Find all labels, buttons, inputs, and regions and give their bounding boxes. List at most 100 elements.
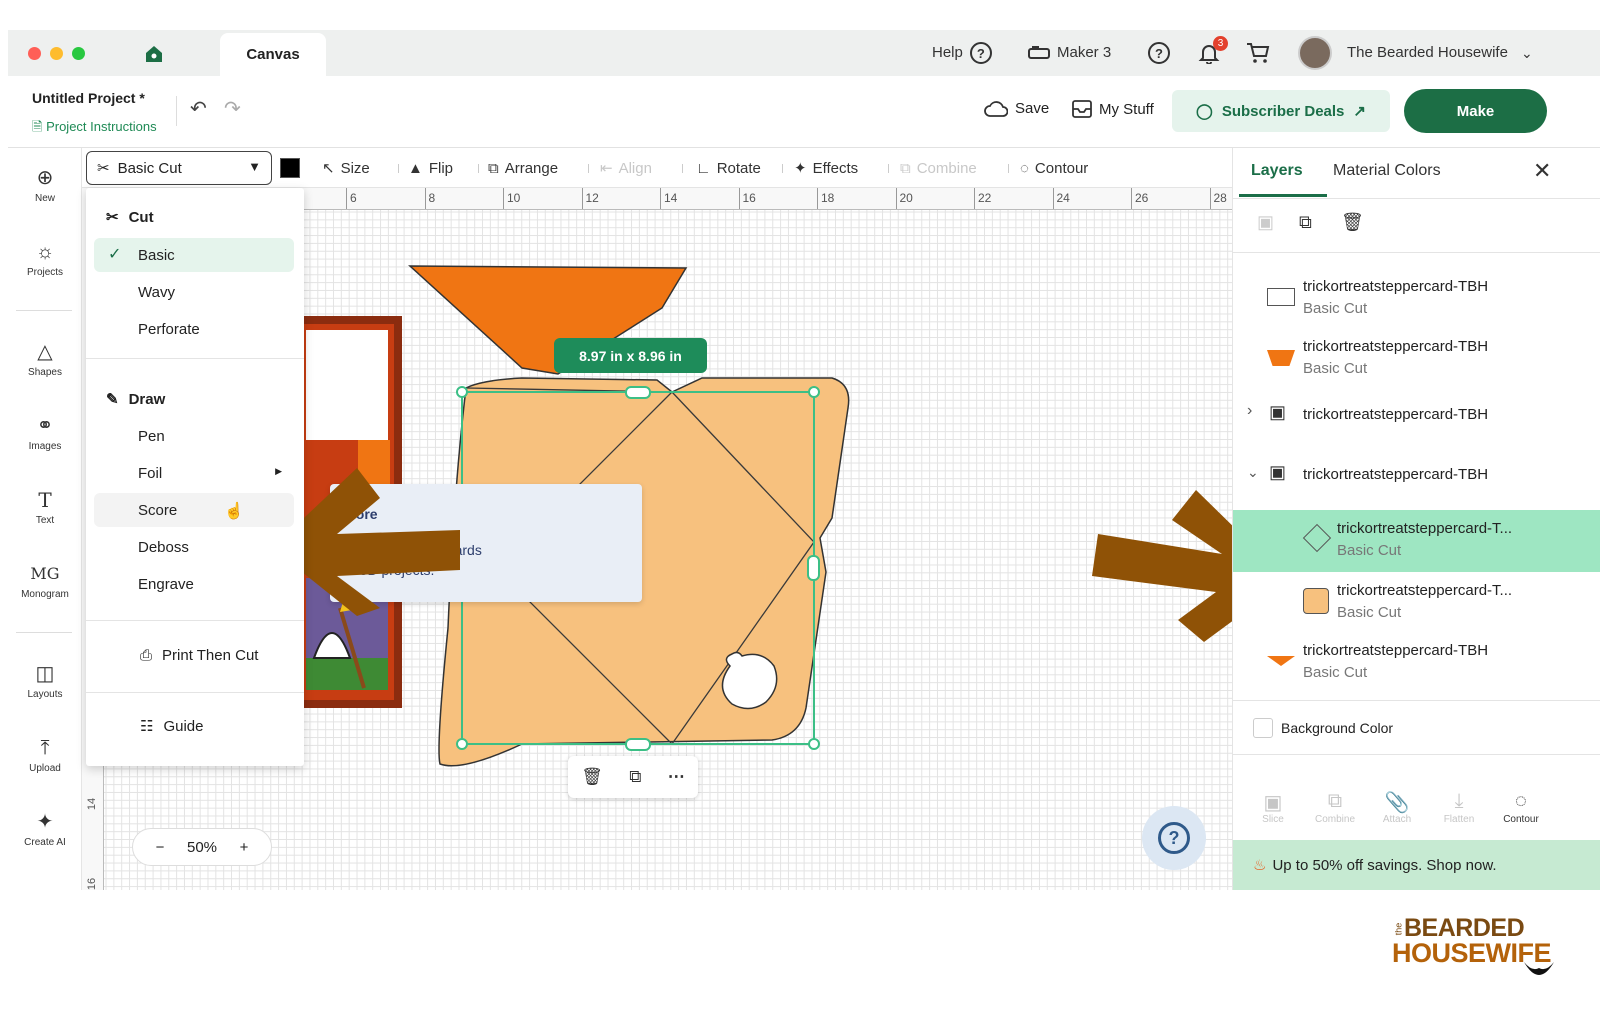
- tab-material-colors[interactable]: Material Colors: [1333, 162, 1441, 180]
- trash-icon[interactable]: 🗑: [581, 767, 603, 787]
- effects-button[interactable]: ✦ Effects: [794, 148, 858, 188]
- help-button[interactable]: Help ?: [932, 30, 992, 76]
- minimize-window-button[interactable]: [50, 47, 63, 60]
- support-button[interactable]: ?: [1148, 30, 1170, 76]
- home-icon[interactable]: [144, 44, 164, 64]
- tab-layers[interactable]: Layers: [1251, 162, 1303, 180]
- layer-row[interactable]: trickortreatsteppercard-TBH Basic Cut: [1233, 632, 1600, 694]
- rail-create-ai[interactable]: ✦ Create AI: [8, 810, 82, 848]
- menu-item-pen[interactable]: Pen: [94, 419, 294, 453]
- menu-item-basic[interactable]: ✓ Basic: [94, 238, 294, 272]
- promo-banner[interactable]: ♨ Up to 50% off savings. Shop now.: [1233, 840, 1600, 890]
- shapes-icon: △: [37, 341, 53, 363]
- rail-text[interactable]: T Text: [8, 488, 82, 526]
- menu-item-label: Basic: [138, 246, 175, 264]
- rail-label: Shapes: [28, 367, 62, 378]
- close-icon[interactable]: ✕: [1533, 158, 1551, 184]
- layer-group-row[interactable]: › ▣ trickortreatsteppercard-TBH: [1233, 388, 1600, 450]
- menu-header-label: Draw: [128, 390, 166, 408]
- layer-row[interactable]: trickortreatsteppercard-TBH Basic Cut: [1233, 268, 1600, 330]
- help-fab[interactable]: ?: [1142, 806, 1206, 870]
- combine-panel-button[interactable]: ⧉ Combine: [1305, 790, 1365, 825]
- combine-button[interactable]: ⧉ Combine: [900, 148, 977, 188]
- divider: [398, 164, 399, 173]
- make-button[interactable]: Make: [1404, 89, 1547, 133]
- rail-monogram[interactable]: MG Monogram: [8, 562, 82, 600]
- operation-select[interactable]: ✂ Basic Cut ▼: [86, 151, 272, 185]
- more-icon[interactable]: ⋯: [668, 767, 685, 787]
- chevron-down-icon[interactable]: ⌄: [1247, 464, 1259, 481]
- contour-panel-button[interactable]: ◌ Contour: [1491, 790, 1551, 825]
- divider: [682, 164, 683, 173]
- divider: [86, 692, 304, 693]
- layer-row[interactable]: trickortreatsteppercard-T... Basic Cut: [1233, 572, 1600, 634]
- cart-icon: [1247, 43, 1270, 63]
- close-window-button[interactable]: [28, 47, 41, 60]
- beard-icon: [1524, 962, 1554, 975]
- size-label: Size: [340, 159, 370, 177]
- background-color-checkbox[interactable]: [1253, 718, 1273, 738]
- machine-icon: [1028, 46, 1050, 59]
- rotate-button[interactable]: ∟ Rotate: [696, 148, 761, 188]
- save-button[interactable]: Save: [984, 100, 1049, 117]
- color-swatch[interactable]: [280, 158, 300, 178]
- left-tool-rail: ⊕ New ☼ Projects △ Shapes ⚭ Images T Tex…: [8, 148, 82, 890]
- slice-icon: ▣: [1263, 792, 1283, 814]
- contour-button[interactable]: ◌ Contour: [1020, 148, 1088, 188]
- chevron-right-icon[interactable]: ›: [1247, 402, 1252, 420]
- menu-item-deboss[interactable]: Deboss: [94, 530, 294, 564]
- group-icon[interactable]: ▣: [1257, 212, 1274, 233]
- rail-label: Upload: [29, 763, 61, 774]
- rail-new[interactable]: ⊕ New: [8, 166, 82, 204]
- menu-item-engrave[interactable]: Engrave: [94, 567, 294, 601]
- tab-canvas[interactable]: Canvas: [220, 33, 326, 76]
- menu-item-foil[interactable]: Foil ▶: [94, 456, 294, 490]
- machine-selector[interactable]: Maker 3: [1028, 30, 1111, 76]
- rail-label: Projects: [26, 267, 64, 278]
- layer-row-selected[interactable]: trickortreatsteppercard-T... Basic Cut: [1233, 510, 1600, 572]
- notifications-button[interactable]: 3: [1198, 30, 1228, 76]
- layer-group-row[interactable]: ⌄ ▣ trickortreatsteppercard-TBH: [1233, 448, 1600, 510]
- project-instructions-link[interactable]: 🗎 Project Instructions: [32, 118, 157, 140]
- rail-upload[interactable]: ⤒ Upload: [8, 736, 82, 774]
- bearded-housewife-logo: the BEARDED HOUSEWIFE: [1392, 914, 1562, 984]
- slice-button[interactable]: ▣ Slice: [1243, 790, 1303, 825]
- arrange-button[interactable]: ⧉ Arrange: [488, 148, 558, 188]
- avatar: [1298, 36, 1332, 70]
- trash-icon[interactable]: 🗑: [1341, 212, 1364, 233]
- menu-item-wavy[interactable]: Wavy: [94, 275, 294, 309]
- help-label: Help: [932, 44, 963, 61]
- redo-icon[interactable]: ↷: [224, 96, 241, 121]
- duplicate-icon[interactable]: ⧉: [629, 767, 641, 787]
- rail-shapes[interactable]: △ Shapes: [8, 340, 82, 378]
- undo-icon[interactable]: ↶: [190, 96, 207, 121]
- zoom-in-button[interactable]: +: [240, 839, 249, 856]
- my-stuff-button[interactable]: My Stuff: [1072, 100, 1154, 118]
- cart-button[interactable]: [1246, 30, 1270, 76]
- rail-images[interactable]: ⚭ Images: [8, 414, 82, 452]
- menu-item-print-then-cut[interactable]: ⎙ Print Then Cut: [94, 638, 294, 672]
- attach-button[interactable]: 📎 Attach: [1367, 790, 1427, 825]
- project-name[interactable]: Untitled Project *: [32, 90, 145, 106]
- menu-item-perforate[interactable]: Perforate: [94, 312, 294, 346]
- duplicate-icon[interactable]: ⧉: [1299, 212, 1312, 233]
- subscriber-deals-button[interactable]: ◯ Subscriber Deals ↗: [1172, 90, 1390, 132]
- attach-icon: 📎: [1384, 792, 1410, 814]
- flip-button[interactable]: ▲ Flip: [408, 148, 453, 188]
- maximize-window-button[interactable]: [72, 47, 85, 60]
- layer-row[interactable]: trickortreatsteppercard-TBH Basic Cut: [1233, 328, 1600, 390]
- rail-label: Text: [35, 515, 55, 526]
- zoom-out-button[interactable]: −: [156, 839, 165, 856]
- size-button[interactable]: ↖ Size: [322, 148, 370, 188]
- bottom-tool-label: Slice: [1262, 814, 1284, 825]
- rail-projects[interactable]: ☼ Projects: [8, 240, 82, 278]
- menu-item-score[interactable]: Score ☝: [94, 493, 294, 527]
- align-button[interactable]: ⇤ Align: [600, 148, 652, 188]
- rail-layouts[interactable]: ◫ Layouts: [8, 662, 82, 700]
- menu-item-label: Guide: [163, 717, 204, 735]
- flatten-button[interactable]: ⤓ Flatten: [1429, 790, 1489, 825]
- account-menu[interactable]: The Bearded Housewife ⌄: [1298, 30, 1533, 76]
- pen-icon: ✎: [106, 391, 119, 408]
- menu-item-guide[interactable]: ☷ Guide: [94, 709, 294, 743]
- divider: [588, 164, 589, 173]
